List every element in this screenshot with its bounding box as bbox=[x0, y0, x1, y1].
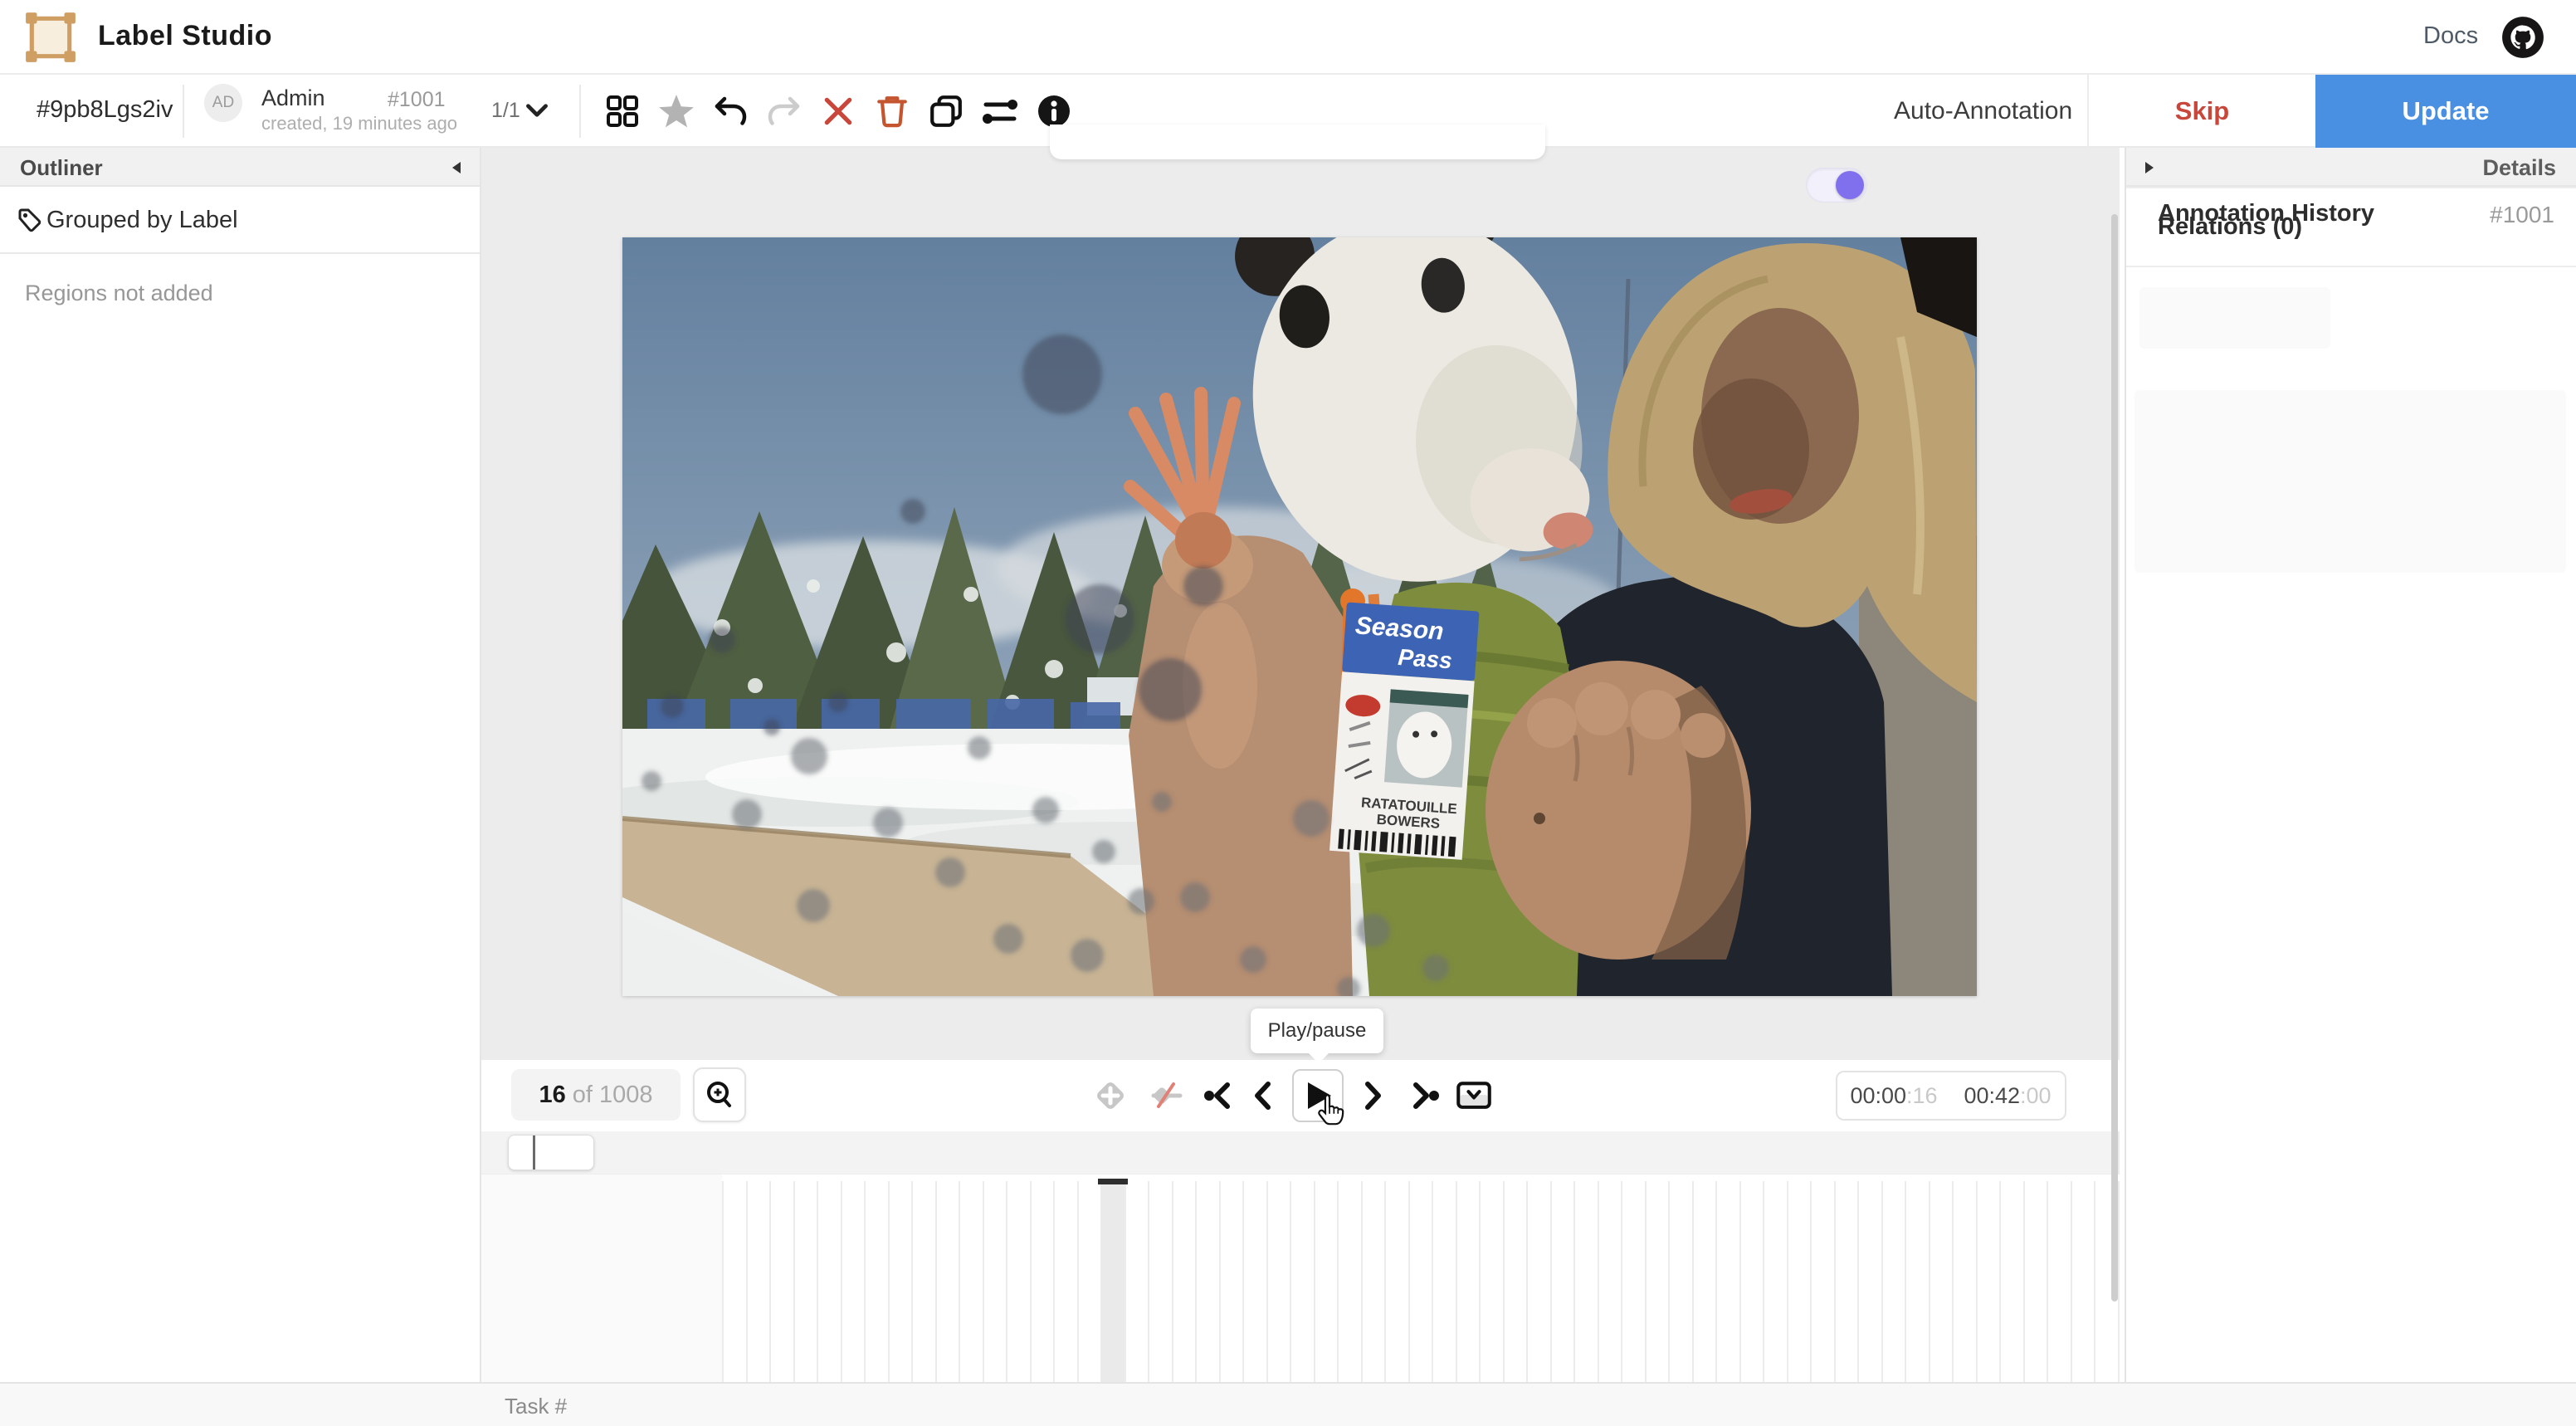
expand-right-icon[interactable] bbox=[2144, 161, 2154, 178]
total-time-main: 00:42 bbox=[1964, 1083, 2020, 1109]
tooltip-text: Play/pause bbox=[1268, 1019, 1367, 1043]
app-title: Label Studio bbox=[98, 20, 272, 52]
annotation-id: #1001 bbox=[388, 88, 446, 112]
settings-sliders-icon[interactable] bbox=[980, 91, 1020, 131]
total-frames: 1008 bbox=[599, 1082, 653, 1109]
timeline-seeker-track[interactable] bbox=[481, 1131, 2113, 1174]
task-id: #9pb8Lgs2iv bbox=[37, 96, 173, 124]
group-by-label-row[interactable]: Grouped by Label bbox=[0, 187, 480, 254]
zoom-in-button[interactable] bbox=[693, 1067, 746, 1122]
playhead-handle[interactable] bbox=[1098, 1179, 1128, 1184]
current-time-frames: :16 bbox=[1906, 1083, 1938, 1109]
total-time-frames: :00 bbox=[2020, 1083, 2052, 1109]
floating-toolbar-remnant bbox=[1050, 125, 1545, 159]
history-skeleton-item bbox=[2139, 287, 2330, 349]
created-timestamp: created, 19 minutes ago bbox=[261, 113, 457, 134]
video-frame[interactable]: Season Pass RATATOUILLE BOWERS bbox=[622, 237, 1977, 996]
undo-icon[interactable] bbox=[710, 91, 750, 131]
interpolation-toggle-button[interactable] bbox=[1456, 1077, 1492, 1114]
magnifier-plus-icon bbox=[704, 1079, 735, 1111]
github-icon[interactable] bbox=[2501, 16, 2544, 63]
duplicate-icon[interactable] bbox=[926, 91, 966, 131]
details-title: Details bbox=[2482, 155, 2556, 181]
next-frame-button[interactable] bbox=[1354, 1077, 1391, 1114]
prev-frame-button[interactable] bbox=[1245, 1077, 1281, 1114]
details-panel: Details Annotation History #1001 Relatio… bbox=[2125, 148, 2576, 1382]
season-pass-badge: Season Pass RATATOUILLE BOWERS bbox=[1329, 602, 1480, 859]
badge-title-2: Pass bbox=[1397, 644, 1452, 673]
annotator-name: Admin bbox=[261, 85, 325, 111]
video-controls-bar: 16 of 1008 bbox=[481, 1060, 2120, 1131]
outliner-header: Outliner bbox=[0, 148, 480, 187]
app-header: Label Studio Docs bbox=[0, 0, 2576, 75]
update-button[interactable]: Update bbox=[2315, 75, 2576, 148]
trash-icon[interactable] bbox=[872, 91, 912, 131]
seeker-position-line bbox=[533, 1135, 535, 1170]
redo-icon[interactable] bbox=[764, 91, 804, 131]
history-skeleton-block bbox=[2134, 390, 2566, 573]
timeline-label-gutter bbox=[481, 1174, 722, 1382]
annotation-pager: 1/1 bbox=[491, 99, 520, 123]
seeker-handle[interactable] bbox=[508, 1135, 594, 1170]
frame-counter[interactable]: 16 of 1008 bbox=[511, 1069, 681, 1121]
vertical-scrollbar[interactable] bbox=[2111, 214, 2118, 1301]
skip-label: Skip bbox=[2175, 96, 2229, 126]
play-pause-tooltip: Play/pause bbox=[1251, 1008, 1383, 1053]
main-panel: Season Pass RATATOUILLE BOWERS bbox=[481, 148, 2120, 1382]
frame-separator: of bbox=[573, 1082, 593, 1109]
divider bbox=[183, 85, 184, 138]
label-studio-logo-icon[interactable] bbox=[23, 10, 78, 69]
group-by-label-text: Grouped by Label bbox=[46, 207, 238, 234]
video-scene: Season Pass RATATOUILLE BOWERS bbox=[622, 237, 1977, 996]
total-time: 00:42:00 bbox=[1950, 1071, 2066, 1121]
docs-link[interactable]: Docs bbox=[2423, 22, 2478, 50]
toggle-knob bbox=[1836, 171, 1864, 199]
annotation-history-title: Annotation History bbox=[2158, 200, 2374, 227]
chevron-down-icon[interactable] bbox=[526, 102, 548, 123]
annotation-history-id: #1001 bbox=[2490, 202, 2554, 228]
remove-keypoint-button[interactable] bbox=[1147, 1077, 1183, 1114]
cursor-hand-icon bbox=[1315, 1093, 1345, 1132]
playhead-column[interactable] bbox=[1100, 1183, 1125, 1382]
star-icon[interactable] bbox=[656, 91, 696, 131]
collapse-left-icon[interactable] bbox=[451, 161, 461, 178]
reject-x-icon[interactable] bbox=[818, 91, 858, 131]
next-keypoint-button[interactable] bbox=[1405, 1077, 1442, 1114]
current-time-main: 00:00 bbox=[1850, 1083, 1906, 1109]
task-number-label: Task # bbox=[505, 1394, 567, 1419]
add-keypoint-button[interactable] bbox=[1092, 1077, 1129, 1114]
task-footer: Task # bbox=[0, 1382, 2576, 1426]
auto-annotation-toggle[interactable] bbox=[1806, 168, 1867, 203]
prev-keypoint-button[interactable] bbox=[1202, 1077, 1238, 1114]
regions-empty-note: Regions not added bbox=[25, 281, 213, 306]
label-studio-app: Label Studio Docs #9pb8Lgs2iv AD Admin #… bbox=[0, 0, 2576, 1426]
current-frame: 16 bbox=[539, 1082, 566, 1109]
tag-icon bbox=[17, 207, 43, 237]
auto-annotation-label: Auto-Annotation bbox=[1894, 97, 2072, 125]
skip-button[interactable]: Skip bbox=[2087, 75, 2315, 148]
outliner-panel: Outliner Grouped by Label Regions not ad… bbox=[0, 148, 481, 1382]
tooltip-arrow bbox=[1307, 1052, 1330, 1063]
outliner-title: Outliner bbox=[20, 155, 103, 181]
update-label: Update bbox=[2402, 96, 2489, 126]
grid-view-icon[interactable] bbox=[603, 91, 642, 131]
avatar[interactable]: AD bbox=[204, 84, 242, 122]
timeline-panel[interactable] bbox=[481, 1174, 2120, 1382]
current-time[interactable]: 00:00:16 bbox=[1836, 1071, 1952, 1121]
details-header: Details bbox=[2126, 148, 2576, 187]
divider bbox=[579, 85, 581, 138]
fist-hand bbox=[1486, 661, 1751, 960]
